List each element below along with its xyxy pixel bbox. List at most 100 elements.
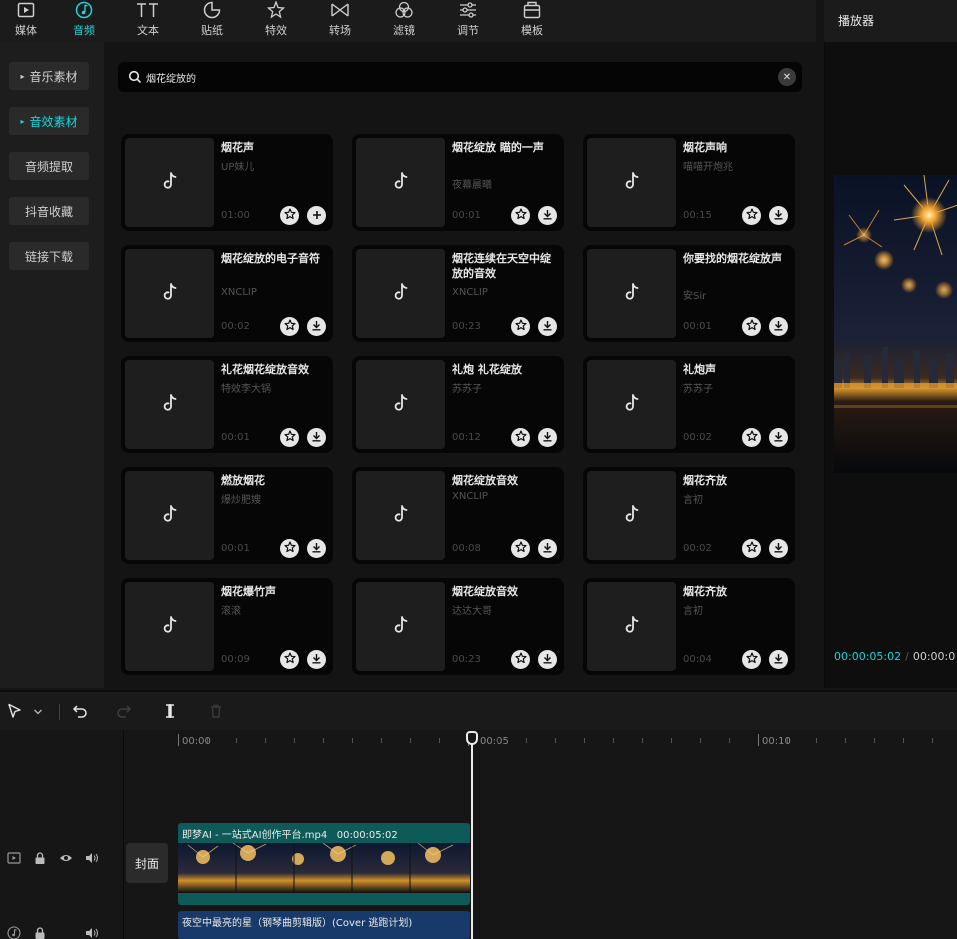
tiktok-note-icon bbox=[623, 171, 641, 194]
favorite-button[interactable] bbox=[511, 650, 530, 669]
sidebar-item-sound-effects[interactable]: ▸ 音效素材 bbox=[9, 107, 89, 135]
sound-card[interactable]: 烟花爆竹声 滚滚 00:09 bbox=[121, 578, 333, 675]
sound-card[interactable]: 烟花声 UP妹儿 01:00 bbox=[121, 134, 333, 231]
sound-card[interactable]: 烟花绽放 瞄的一声 夜幕晨曦 00:01 bbox=[352, 134, 564, 231]
download-button[interactable] bbox=[307, 539, 326, 558]
volume-icon[interactable] bbox=[84, 925, 100, 939]
sidebar-item-label: 链接下载 bbox=[24, 249, 73, 264]
tab-effects[interactable]: 特效 bbox=[244, 0, 308, 42]
favorite-button[interactable] bbox=[742, 539, 761, 558]
video-clip[interactable]: 即梦AI - 一站式AI创作平台.mp4 00:00:05:02 bbox=[178, 823, 470, 905]
download-button[interactable] bbox=[769, 650, 788, 669]
sound-thumbnail[interactable] bbox=[356, 360, 445, 449]
favorite-button[interactable] bbox=[280, 539, 299, 558]
tab-media[interactable]: 媒体 bbox=[0, 0, 52, 42]
eye-icon[interactable] bbox=[58, 850, 74, 866]
favorite-button[interactable] bbox=[742, 428, 761, 447]
download-button[interactable] bbox=[769, 428, 788, 447]
tool-dropdown-button[interactable] bbox=[32, 702, 44, 722]
audio-category-sidebar: ▸ 音乐素材 ▸ 音效素材 音频提取 抖音收藏 链接下载 bbox=[0, 42, 104, 688]
download-button[interactable] bbox=[769, 206, 788, 225]
download-button[interactable] bbox=[769, 317, 788, 336]
sound-thumbnail[interactable] bbox=[587, 138, 676, 227]
sound-card[interactable]: 烟花声响 喵喵开炮兆 00:15 bbox=[583, 134, 795, 231]
delete-button[interactable] bbox=[206, 702, 226, 722]
tab-template[interactable]: 模板 bbox=[500, 0, 564, 42]
ruler-tick bbox=[787, 738, 788, 743]
sound-thumbnail[interactable] bbox=[587, 360, 676, 449]
sound-thumbnail[interactable] bbox=[125, 582, 214, 671]
add-to-track-button[interactable] bbox=[307, 206, 326, 225]
volume-icon[interactable] bbox=[84, 850, 100, 866]
sound-thumbnail[interactable] bbox=[125, 360, 214, 449]
download-button[interactable] bbox=[307, 650, 326, 669]
audio-clip[interactable]: 夜空中最亮的星（钢琴曲剪辑版）(Cover 逃跑计划) bbox=[178, 911, 470, 939]
sound-card[interactable]: 礼花烟花绽放音效 特效李大锅 00:01 bbox=[121, 356, 333, 453]
sidebar-item-link-download[interactable]: 链接下载 bbox=[9, 242, 89, 270]
timeline-ruler[interactable]: 00:00 00:05 00:10 bbox=[124, 730, 957, 752]
tab-audio[interactable]: 音频 bbox=[52, 0, 116, 42]
sound-thumbnail[interactable] bbox=[587, 249, 676, 338]
sound-card[interactable]: 你要找的烟花绽放声 安Sir 00:01 bbox=[583, 245, 795, 342]
sound-thumbnail[interactable] bbox=[356, 582, 445, 671]
search-input[interactable]: 烟花绽放的 bbox=[146, 70, 196, 85]
clear-search-button[interactable]: ✕ bbox=[778, 68, 796, 86]
sound-card[interactable]: 烟花绽放的电子音符 XNCLIP 00:02 bbox=[121, 245, 333, 342]
sound-card[interactable]: 礼炮声 苏苏子 00:02 bbox=[583, 356, 795, 453]
favorite-button[interactable] bbox=[742, 206, 761, 225]
tab-sticker[interactable]: 贴纸 bbox=[180, 0, 244, 42]
lock-icon[interactable] bbox=[32, 850, 48, 866]
favorite-button[interactable] bbox=[280, 428, 299, 447]
sound-thumbnail[interactable] bbox=[356, 249, 445, 338]
sound-thumbnail[interactable] bbox=[125, 471, 214, 560]
sound-card[interactable]: 烟花绽放音效 XNCLIP 00:08 bbox=[352, 467, 564, 564]
sound-card[interactable]: 烟花齐放 言初 00:04 bbox=[583, 578, 795, 675]
favorite-button[interactable] bbox=[511, 206, 530, 225]
sound-card[interactable]: 燃放烟花 爆炒肥嫂 00:01 bbox=[121, 467, 333, 564]
download-button[interactable] bbox=[538, 539, 557, 558]
sidebar-item-douyin-favorites[interactable]: 抖音收藏 bbox=[9, 197, 89, 225]
search-bar[interactable]: 烟花绽放的 ✕ bbox=[118, 62, 802, 92]
favorite-button[interactable] bbox=[280, 206, 299, 225]
sound-thumbnail[interactable] bbox=[356, 138, 445, 227]
download-button[interactable] bbox=[769, 539, 788, 558]
sound-thumbnail[interactable] bbox=[125, 138, 214, 227]
download-button[interactable] bbox=[538, 428, 557, 447]
sound-thumbnail[interactable] bbox=[125, 249, 214, 338]
select-tool-button[interactable] bbox=[6, 702, 24, 722]
download-button[interactable] bbox=[538, 650, 557, 669]
download-button[interactable] bbox=[538, 317, 557, 336]
redo-button[interactable] bbox=[114, 702, 134, 722]
favorite-button[interactable] bbox=[280, 317, 299, 336]
download-button[interactable] bbox=[538, 206, 557, 225]
tab-adjust[interactable]: 调节 bbox=[436, 0, 500, 42]
sidebar-item-music[interactable]: ▸ 音乐素材 bbox=[9, 62, 89, 90]
favorite-button[interactable] bbox=[280, 650, 299, 669]
undo-button[interactable] bbox=[70, 702, 90, 722]
cover-button[interactable]: 封面 bbox=[126, 843, 168, 883]
ruler-tick bbox=[294, 738, 295, 743]
tab-transition[interactable]: 转场 bbox=[308, 0, 372, 42]
lock-icon[interactable] bbox=[32, 925, 48, 939]
sound-card[interactable]: 礼炮 礼花绽放 苏苏子 00:12 bbox=[352, 356, 564, 453]
tab-filter[interactable]: 滤镜 bbox=[372, 0, 436, 42]
favorite-button[interactable] bbox=[511, 539, 530, 558]
sound-thumbnail[interactable] bbox=[356, 471, 445, 560]
favorite-button[interactable] bbox=[742, 650, 761, 669]
tab-text[interactable]: 文本 bbox=[116, 0, 180, 42]
download-button[interactable] bbox=[307, 428, 326, 447]
sound-card[interactable]: 烟花连续在天空中绽放的音效 XNCLIP 00:23 bbox=[352, 245, 564, 342]
sidebar-item-audio-extract[interactable]: 音频提取 bbox=[9, 152, 89, 180]
sound-card[interactable]: 烟花绽放音效 达达大哥 00:23 bbox=[352, 578, 564, 675]
playhead-handle[interactable] bbox=[466, 731, 478, 745]
sound-thumbnail[interactable] bbox=[587, 582, 676, 671]
split-button[interactable] bbox=[160, 702, 180, 722]
sound-thumbnail[interactable] bbox=[587, 471, 676, 560]
favorite-button[interactable] bbox=[511, 317, 530, 336]
sound-card[interactable]: 烟花齐放 言初 00:02 bbox=[583, 467, 795, 564]
playhead-line[interactable] bbox=[471, 740, 473, 939]
favorite-button[interactable] bbox=[742, 317, 761, 336]
download-button[interactable] bbox=[307, 317, 326, 336]
player-preview[interactable] bbox=[834, 175, 957, 473]
favorite-button[interactable] bbox=[511, 428, 530, 447]
